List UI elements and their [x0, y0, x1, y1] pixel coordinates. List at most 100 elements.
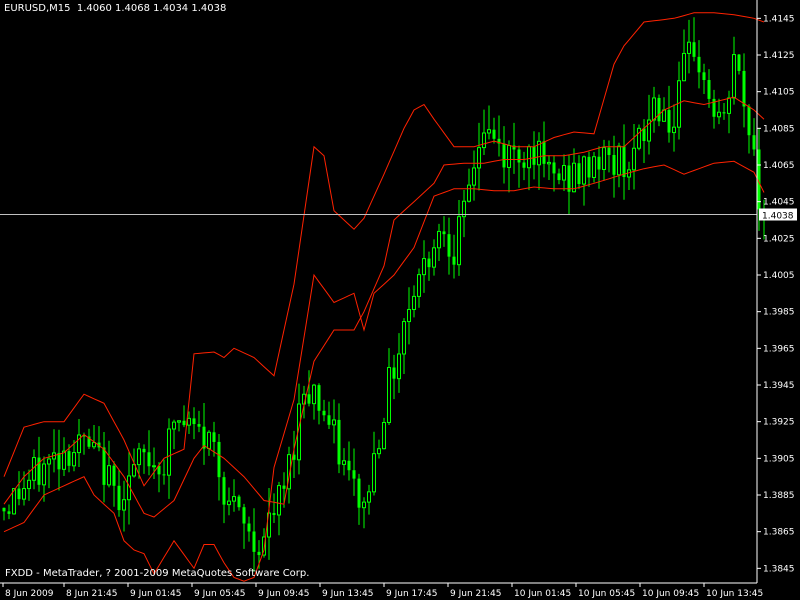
candle-body	[427, 258, 431, 268]
candle-body	[557, 173, 561, 181]
candle-body	[397, 353, 401, 380]
current-price-tag: 1.4038	[759, 208, 797, 222]
price-tick-label: 1.3905	[763, 454, 795, 464]
candle-body	[372, 453, 376, 493]
candle-body	[382, 421, 386, 450]
candle-body	[682, 52, 686, 82]
time-tick-label: 9 Jun 17:45	[386, 589, 437, 599]
candle-body	[617, 145, 621, 176]
candle-body	[652, 97, 656, 121]
candle-body	[122, 499, 126, 511]
price-tick-label: 1.3945	[763, 381, 795, 391]
price-chart[interactable]: 1.4145 1.4125 1.4105 1.4085 1.4065 1.4045 1.40…	[0, 0, 800, 600]
candle-body	[257, 551, 261, 556]
current-price-tag-label: 1.4038	[762, 212, 794, 222]
time-tick-label: 9 Jun 13:45	[322, 589, 373, 599]
candle-body	[587, 156, 591, 178]
candle-body	[572, 162, 576, 193]
candle-body	[187, 417, 191, 426]
candle-body	[492, 129, 496, 139]
candle-body	[117, 485, 121, 511]
candle-body	[672, 126, 676, 134]
price-tick-label: 1.3885	[763, 491, 795, 501]
price-tick-label: 1.4125	[763, 51, 795, 61]
candle-body	[147, 452, 151, 467]
candle-body	[402, 321, 406, 355]
price-tick-label: 1.4005	[763, 271, 795, 281]
candle-body	[747, 106, 751, 136]
candle-body	[507, 145, 511, 168]
candle-body	[722, 112, 726, 114]
candle-body	[22, 488, 26, 500]
candle-body	[387, 366, 391, 423]
candle-body	[457, 216, 461, 266]
price-tick-label: 1.4065	[763, 161, 795, 171]
candle-body	[307, 394, 311, 404]
candle-body	[152, 465, 156, 468]
price-tick-label: 1.3965	[763, 344, 795, 354]
candle-body	[272, 513, 276, 515]
candle-body	[317, 385, 321, 411]
candle-body	[207, 431, 211, 449]
candle-body	[607, 147, 611, 155]
candle-body	[72, 452, 76, 467]
time-tick-label: 9 Jun 21:45	[450, 589, 501, 599]
price-tick-label: 1.3985	[763, 308, 795, 318]
candle-body	[692, 42, 696, 57]
candle-body	[252, 531, 256, 552]
candle-body	[172, 421, 176, 430]
candle-body	[612, 154, 616, 175]
candle-body	[327, 415, 331, 425]
candle-body	[542, 141, 546, 164]
time-tick-label: 10 Jun 09:45	[642, 589, 699, 599]
candle-body	[727, 97, 731, 114]
candle-body	[527, 146, 531, 169]
candle-body	[632, 147, 636, 171]
candle-body	[102, 447, 106, 485]
price-tick-label: 1.4145	[763, 14, 795, 24]
candle-body	[582, 156, 586, 185]
candle-body	[417, 274, 421, 297]
candle-body	[687, 41, 691, 54]
candle-body	[67, 451, 71, 466]
candle-body	[662, 109, 666, 122]
candle-body	[642, 128, 646, 142]
candle-body	[142, 448, 146, 453]
candle-body	[377, 448, 381, 455]
candle-body	[347, 460, 351, 471]
candle-body	[447, 234, 451, 257]
price-tick-label: 1.4105	[763, 88, 795, 98]
price-tick-label: 1.4085	[763, 124, 795, 134]
candle-body	[752, 135, 756, 150]
candle-body	[212, 432, 216, 442]
candle-body	[667, 110, 671, 133]
candle-body	[222, 477, 226, 505]
time-tick-label: 10 Jun 05:45	[578, 589, 635, 599]
candle-body	[472, 167, 476, 186]
candle-body	[502, 143, 506, 168]
candle-body	[107, 465, 111, 486]
candle-body	[717, 111, 721, 118]
candle-body	[357, 478, 361, 508]
candle-body	[452, 256, 456, 265]
candle-body	[697, 56, 701, 73]
candle-body	[337, 419, 341, 465]
candle-body	[547, 161, 551, 165]
time-tick-label: 9 Jun 05:45	[194, 589, 245, 599]
candle-body	[552, 162, 556, 174]
candle-body	[412, 295, 416, 310]
candle-body	[742, 70, 746, 107]
candle-body	[352, 470, 356, 479]
candle-body	[2, 507, 6, 512]
candle-body	[177, 420, 181, 423]
price-tick-label: 1.3865	[763, 528, 795, 538]
candle-body	[432, 247, 436, 268]
chart-ohlc: 1.4060 1.4068 1.4034 1.4038	[76, 3, 227, 14]
candle-body	[27, 479, 31, 490]
price-tick-label: 1.4025	[763, 234, 795, 244]
candle-body	[112, 465, 116, 486]
chart-symbol: EURUSD,M15	[4, 3, 71, 14]
time-tick-label: 8 Jun 21:45	[66, 589, 117, 599]
candle-body	[137, 448, 141, 466]
candle-body	[332, 419, 336, 426]
